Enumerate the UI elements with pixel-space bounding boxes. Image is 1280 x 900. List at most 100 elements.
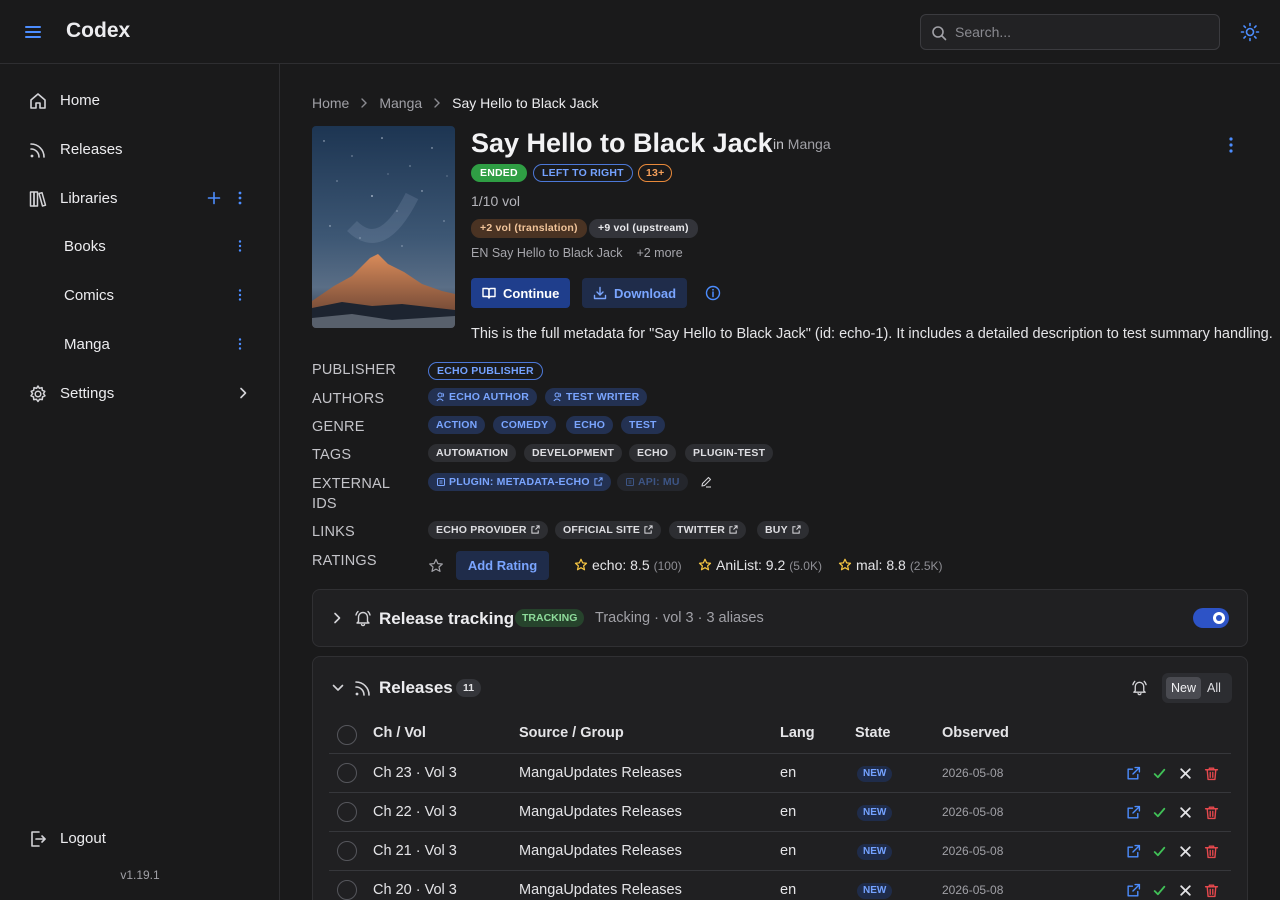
filter-new[interactable]: New <box>1166 677 1202 699</box>
add-library-icon[interactable] <box>206 190 222 206</box>
check-icon[interactable] <box>1152 844 1167 859</box>
check-icon[interactable] <box>1152 883 1167 898</box>
row-checkbox[interactable] <box>337 802 357 822</box>
breadcrumb-home[interactable]: Home <box>312 95 349 111</box>
table-row[interactable]: Ch 22 · Vol 3 MangaUpdates Releases en N… <box>329 793 1231 832</box>
alternate-titles-more[interactable]: +2 more <box>636 246 682 260</box>
external-link-icon[interactable] <box>1126 844 1141 859</box>
row-checkbox[interactable] <box>337 763 357 783</box>
star-outline-icon[interactable] <box>428 558 444 574</box>
link-chip[interactable]: TWITTER <box>669 521 747 539</box>
breadcrumb-manga[interactable]: Manga <box>379 95 422 111</box>
author-tag[interactable]: ECHO AUTHOR <box>428 388 537 406</box>
genre-tag[interactable]: ACTION <box>428 416 486 434</box>
logout-button[interactable]: Logout <box>18 818 262 858</box>
more-vertical-icon[interactable] <box>1220 134 1242 156</box>
rating-count: (2.5K) <box>909 559 943 573</box>
menu-icon[interactable] <box>24 22 42 42</box>
cover-image[interactable] <box>312 126 455 328</box>
close-icon[interactable] <box>1178 766 1193 781</box>
sidebar-item-label: Libraries <box>60 190 118 207</box>
link-text: ECHO PROVIDER <box>436 524 527 536</box>
select-all-checkbox[interactable] <box>337 725 357 745</box>
external-link-icon[interactable] <box>1126 883 1141 898</box>
bell-icon[interactable] <box>1131 679 1148 696</box>
chevron-down-icon[interactable] <box>331 682 345 694</box>
tag-chip[interactable]: ECHO <box>629 444 677 462</box>
release-lang: en <box>780 843 797 859</box>
library-name: Manga <box>787 136 831 152</box>
more-vertical-icon[interactable] <box>232 336 248 352</box>
row-checkbox[interactable] <box>337 841 357 861</box>
sidebar-item-libraries[interactable]: Libraries <box>18 178 262 218</box>
series-summary: This is the full metadata for "Say Hello… <box>471 326 1273 342</box>
link-chip[interactable]: BUY <box>757 521 809 539</box>
release-lang: en <box>780 765 797 781</box>
release-source: MangaUpdates Releases <box>519 882 682 898</box>
external-id-tag[interactable]: API: MU <box>617 473 688 491</box>
link-chip[interactable]: ECHO PROVIDER <box>428 521 548 539</box>
sidebar-item-manga[interactable]: Manga <box>18 324 262 364</box>
chevron-right-icon[interactable] <box>331 611 343 625</box>
breadcrumb: Home Manga Say Hello to Black Jack <box>312 95 598 111</box>
close-icon[interactable] <box>1178 883 1193 898</box>
rss-icon <box>353 678 373 698</box>
row-checkbox[interactable] <box>337 880 357 900</box>
genre-tag[interactable]: TEST <box>621 416 665 434</box>
release-state-badge: NEW <box>857 844 893 860</box>
external-id-tag[interactable]: PLUGIN: METADATA-ECHO <box>428 473 611 491</box>
publisher-tag[interactable]: ECHO PUBLISHER <box>428 362 543 380</box>
trash-icon[interactable] <box>1204 766 1219 781</box>
user-icon <box>553 392 563 402</box>
search-input[interactable] <box>955 15 1210 49</box>
sidebar-item-home[interactable]: Home <box>18 80 262 120</box>
genre-tag[interactable]: ECHO <box>566 416 614 434</box>
tag-chip[interactable]: AUTOMATION <box>428 444 517 462</box>
sun-icon[interactable] <box>1240 22 1260 42</box>
sidebar-item-label: Settings <box>60 385 115 402</box>
add-rating-button[interactable]: Add Rating <box>456 551 549 580</box>
info-icon[interactable] <box>705 285 721 301</box>
genre-tag[interactable]: COMEDY <box>493 416 557 434</box>
close-icon[interactable] <box>1178 805 1193 820</box>
table-row[interactable]: Ch 20 · Vol 3 MangaUpdates Releases en N… <box>329 871 1231 900</box>
download-button[interactable]: Download <box>582 278 687 308</box>
app-logo[interactable]: Codex <box>66 19 130 43</box>
download-label: Download <box>614 286 677 301</box>
link-text: TWITTER <box>677 524 726 536</box>
sidebar-item-settings[interactable]: Settings <box>18 373 262 413</box>
sidebar-item-label: Manga <box>64 336 110 353</box>
tag-chip[interactable]: DEVELOPMENT <box>524 444 623 462</box>
table-row[interactable]: Ch 23 · Vol 3 MangaUpdates Releases en N… <box>329 754 1231 793</box>
external-link-icon[interactable] <box>1126 766 1141 781</box>
check-icon[interactable] <box>1152 766 1167 781</box>
check-icon[interactable] <box>1152 805 1167 820</box>
author-name: TEST WRITER <box>566 391 640 403</box>
trash-icon[interactable] <box>1204 805 1219 820</box>
column-header-chvol: Ch / Vol <box>373 725 426 741</box>
external-ids-label: EXTERNAL IDS <box>312 474 390 514</box>
link-chip[interactable]: OFFICIAL SITE <box>555 521 662 539</box>
external-link-icon[interactable] <box>1126 805 1141 820</box>
trash-icon[interactable] <box>1204 844 1219 859</box>
library-link[interactable]: in Manga <box>773 136 831 152</box>
continue-button[interactable]: Continue <box>471 278 570 308</box>
links-label: LINKS <box>312 524 355 540</box>
more-vertical-icon[interactable] <box>232 190 248 206</box>
table-row[interactable]: Ch 21 · Vol 3 MangaUpdates Releases en N… <box>329 832 1231 871</box>
author-tag[interactable]: TEST WRITER <box>545 388 648 406</box>
sidebar-item-releases[interactable]: Releases <box>18 129 262 169</box>
edit-icon[interactable] <box>700 476 712 488</box>
filter-all[interactable]: All <box>1202 677 1226 699</box>
more-vertical-icon[interactable] <box>232 238 248 254</box>
tag-chip[interactable]: PLUGIN-TEST <box>685 444 774 462</box>
trash-icon[interactable] <box>1204 883 1219 898</box>
tracking-toggle[interactable] <box>1193 608 1229 628</box>
release-chapter: Ch 22 · Vol 3 <box>373 804 457 820</box>
sidebar-item-books[interactable]: Books <box>18 226 262 266</box>
column-header-lang: Lang <box>780 725 815 741</box>
more-vertical-icon[interactable] <box>232 287 248 303</box>
close-icon[interactable] <box>1178 844 1193 859</box>
sidebar-item-comics[interactable]: Comics <box>18 275 262 315</box>
external-link-icon <box>792 525 801 534</box>
